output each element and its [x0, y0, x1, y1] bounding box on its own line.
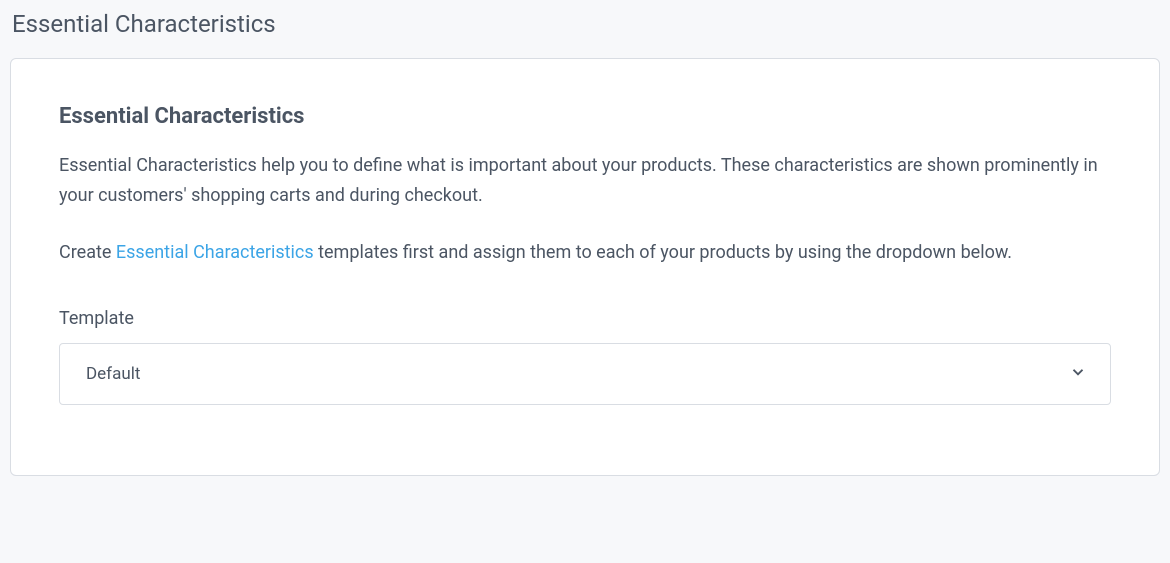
section-title: Essential Characteristics: [10, 10, 1160, 38]
card-description-1: Essential Characteristics help you to de…: [59, 151, 1111, 210]
template-label: Template: [59, 308, 1111, 329]
description-text-prefix: Create: [59, 242, 116, 263]
card-title: Essential Characteristics: [59, 104, 1111, 129]
essential-characteristics-link[interactable]: Essential Characteristics: [116, 242, 314, 263]
card-description-2: Create Essential Characteristics templat…: [59, 238, 1111, 268]
essential-characteristics-card: Essential Characteristics Essential Char…: [10, 58, 1160, 476]
template-select[interactable]: Default: [59, 343, 1111, 405]
description-text-suffix: templates first and assign them to each …: [314, 242, 1012, 263]
template-select-wrapper: Default: [59, 343, 1111, 405]
template-selected-value: Default: [86, 364, 140, 384]
